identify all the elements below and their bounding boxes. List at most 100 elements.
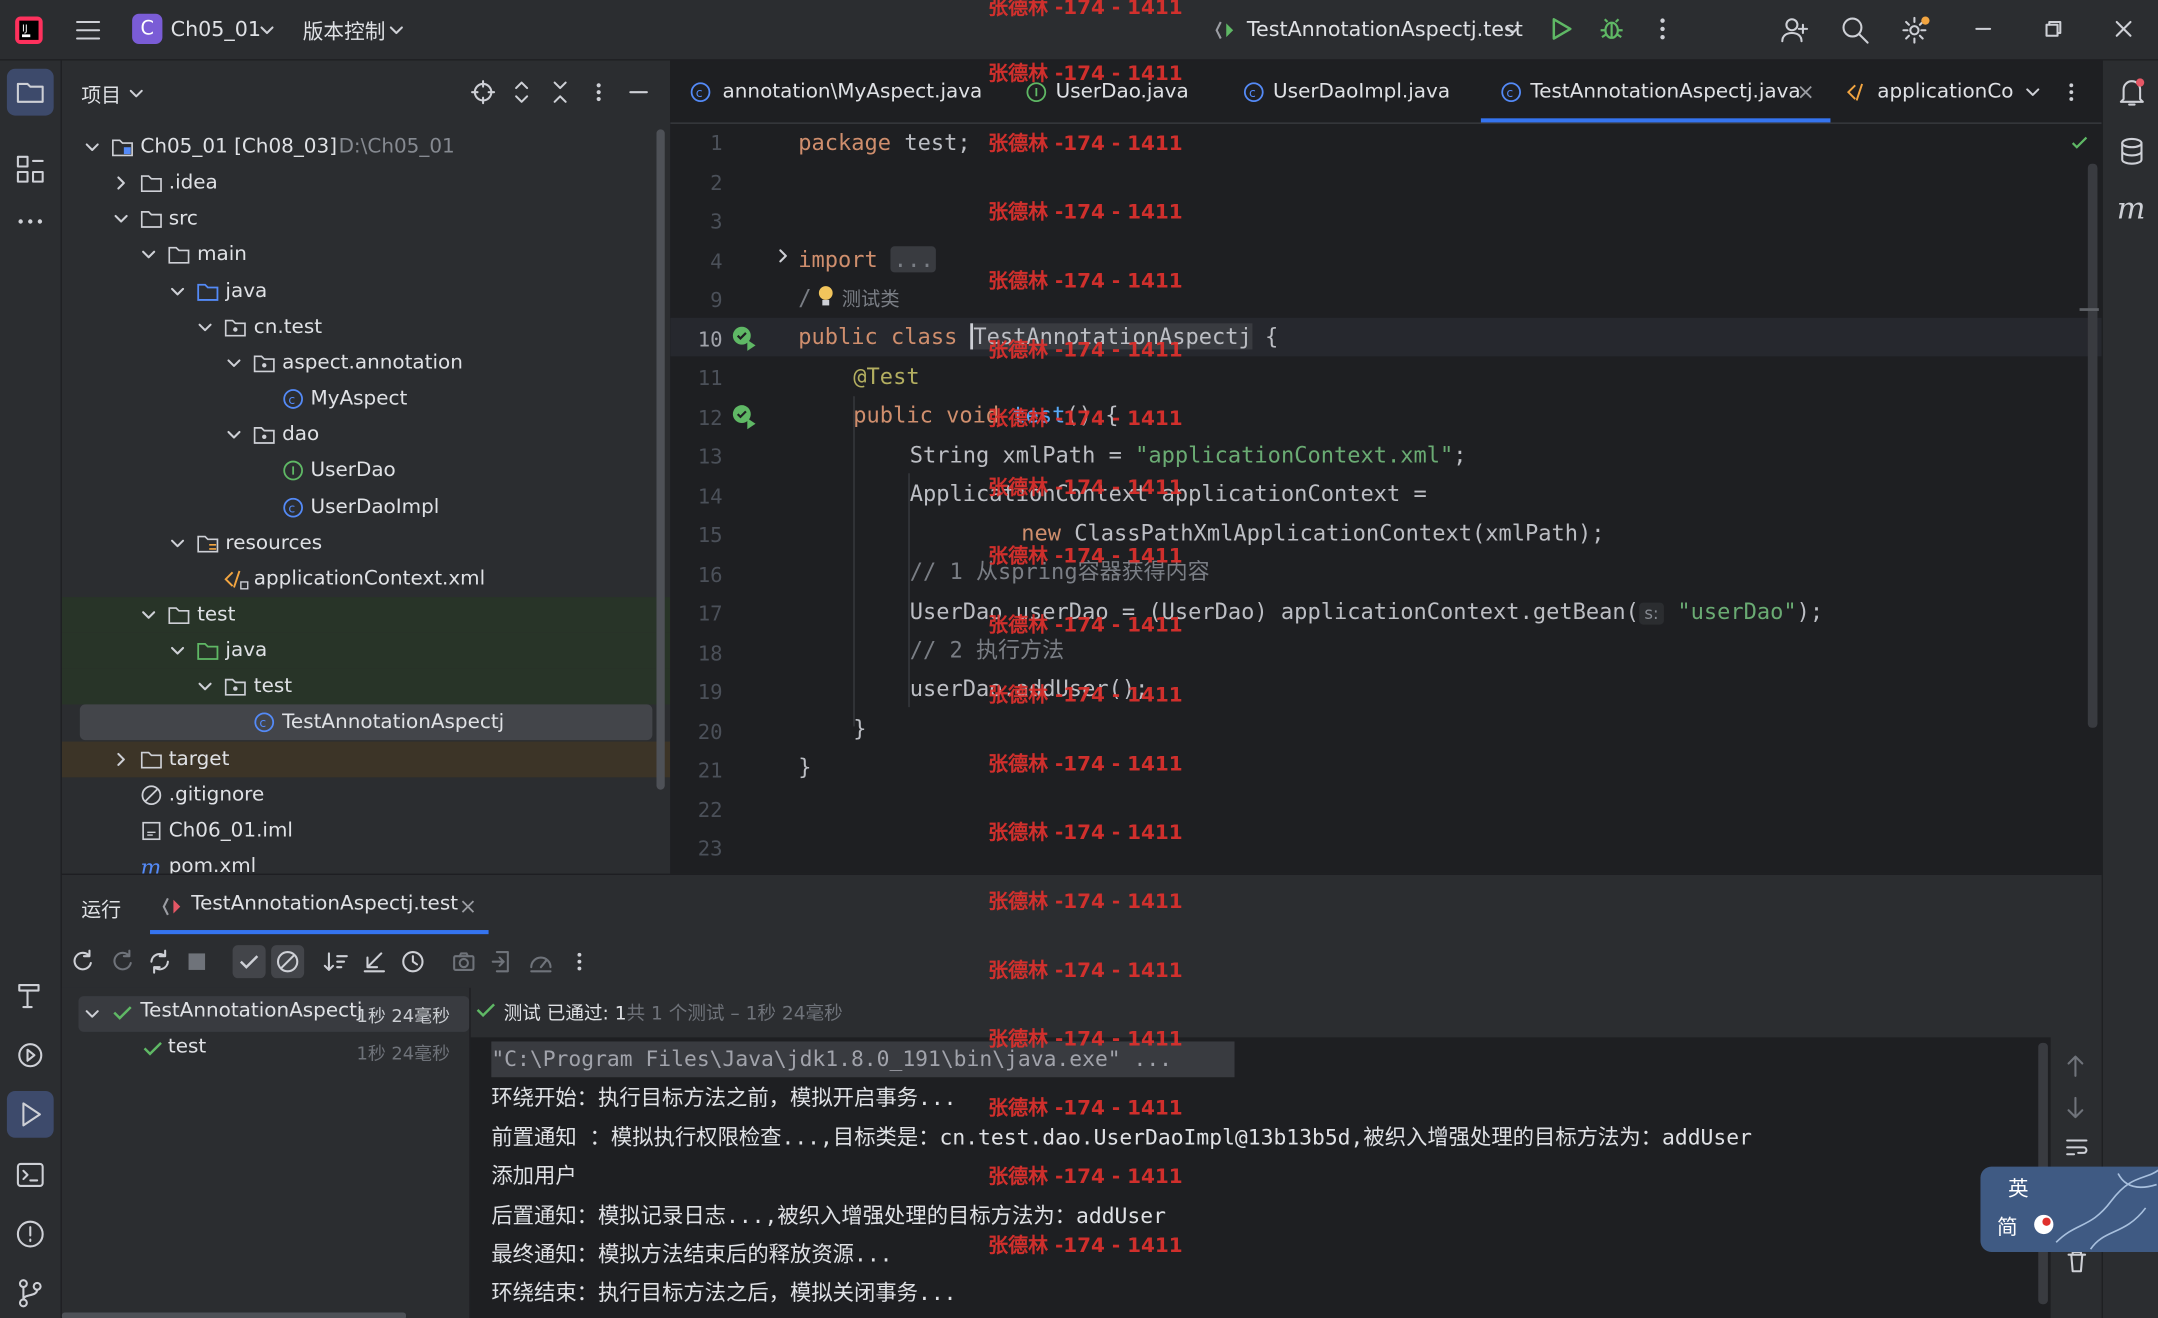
services-icon[interactable] [15, 1040, 45, 1070]
tree-item-main[interactable]: main [62, 237, 670, 273]
chevron-down-icon[interactable] [197, 679, 214, 696]
code-line-10[interactable]: public class TestAnnotationAspectj { [798, 318, 1278, 357]
coverage-icon[interactable] [528, 949, 553, 974]
chevron-down-icon[interactable] [259, 22, 276, 39]
code-line-12[interactable]: public void test() { [853, 396, 1118, 435]
stop-icon[interactable] [186, 951, 208, 973]
code-line-18[interactable]: // 2 执行方法 [910, 631, 1064, 670]
add-user-icon[interactable] [1780, 15, 1810, 45]
code-line-4[interactable]: import ... [798, 241, 937, 280]
no-problems-check-icon[interactable] [2070, 133, 2089, 152]
chevron-down-icon[interactable] [169, 535, 186, 552]
history-icon[interactable] [400, 949, 425, 974]
search-icon[interactable] [1840, 15, 1870, 45]
git-branch-icon[interactable] [15, 1278, 45, 1308]
vcs-menu[interactable]: 版本控制 [303, 17, 386, 46]
tree-scrollbar[interactable] [656, 129, 665, 790]
debug-icon[interactable] [1598, 15, 1626, 43]
tab-options-icon[interactable] [2063, 81, 2080, 103]
chevron-down-icon[interactable] [141, 247, 158, 264]
tree-item-userdaoimpl[interactable]: c UserDaoImpl [62, 489, 670, 525]
chevron-down-icon[interactable] [388, 22, 405, 39]
expand-all-icon[interactable] [511, 80, 533, 105]
scroll-up-icon[interactable] [2064, 1054, 2086, 1079]
chevron-down-icon[interactable] [141, 607, 158, 624]
ime-status-widget[interactable]: 英 简 [1980, 1166, 2158, 1252]
run-config-selector[interactable]: TestAnnotationAspectj.test [1247, 17, 1523, 42]
run-icon[interactable] [1547, 15, 1575, 43]
code-line-20[interactable]: } [853, 710, 866, 749]
close-tab-icon[interactable] [461, 900, 475, 914]
code-line-9[interactable]: / 测试类 [798, 279, 899, 318]
rerun-icon[interactable] [70, 949, 95, 974]
more-tools-icon[interactable] [15, 215, 45, 229]
chevron-down-icon[interactable] [112, 211, 129, 228]
code-line-11[interactable]: @Test [853, 358, 919, 397]
more-actions-icon[interactable] [1652, 15, 1674, 43]
chevron-down-icon[interactable] [226, 427, 243, 444]
tab-testannotationaspectj[interactable]: c TestAnnotationAspectj.java [1480, 61, 1831, 124]
toggle-auto-test-icon[interactable] [147, 949, 172, 974]
database-icon[interactable] [2117, 136, 2147, 166]
chevron-down-icon[interactable] [169, 283, 186, 300]
show-passed-toggle[interactable] [232, 945, 266, 979]
chevron-down-icon[interactable] [84, 139, 101, 156]
tabs-overflow-icon[interactable] [2025, 84, 2042, 101]
soft-wrap-icon[interactable] [2064, 1136, 2089, 1158]
tree-item-resources[interactable]: resources [62, 525, 670, 561]
tree-item-test[interactable]: test [61, 668, 671, 705]
tree-item-java[interactable]: java [62, 273, 670, 309]
close-tab-icon[interactable] [1799, 85, 1813, 99]
tree-item-applicationcontext-xml[interactable]: applicationContext.xml [62, 561, 670, 597]
code-line-16[interactable]: // 1 从spring容器获得内容 [910, 553, 1210, 592]
collapse-all-icon[interactable] [549, 80, 571, 105]
tab-applicationcontext[interactable]: applicationCo [1846, 61, 2013, 124]
tree-item-userdao[interactable]: UserDao [62, 453, 670, 489]
intellij-logo-icon[interactable]: IJ [14, 15, 44, 45]
project-switcher[interactable]: Ch05_01 [171, 17, 261, 42]
code-line-15[interactable]: new ClassPathXmlApplicationContext(xmlPa… [1021, 515, 1604, 554]
chevron-down-icon[interactable] [169, 643, 186, 660]
run-test-method-icon[interactable] [731, 403, 759, 431]
run-config-tab[interactable]: TestAnnotationAspectj.test [150, 875, 489, 936]
options-icon[interactable] [588, 80, 610, 105]
structure-icon[interactable] [15, 154, 45, 184]
tab-myaspect[interactable]: c annotation\MyAspect.java [690, 61, 982, 124]
tree-item-java[interactable]: java [61, 632, 671, 669]
tree-item-cn-test[interactable]: cn.test [62, 309, 670, 345]
code-line-19[interactable]: userDao.addUser(); [910, 670, 1149, 709]
tree-item-gitignore[interactable]: .gitignore [62, 777, 670, 813]
clear-console-icon[interactable] [2066, 1249, 2088, 1274]
project-tool-button[interactable] [6, 68, 54, 116]
chevron-down-icon[interactable] [128, 85, 145, 102]
screenshot-icon[interactable] [451, 949, 476, 974]
test-method-label[interactable]: test [168, 1036, 206, 1058]
tree-item-ch06-01-iml[interactable]: Ch06_01.iml [62, 813, 670, 849]
scroll-down-icon[interactable] [2064, 1095, 2086, 1120]
tree-item-aspect-annotation[interactable]: aspect.annotation [62, 345, 670, 381]
tree-item-testannotationaspectj[interactable]: c TestAnnotationAspectj [79, 704, 653, 741]
problems-icon[interactable] [15, 1219, 45, 1249]
chevron-right-icon[interactable] [112, 751, 129, 768]
code-line-13[interactable]: String xmlPath = "applicationContext.xml… [910, 436, 1467, 475]
fold-chevron-icon[interactable] [775, 248, 792, 265]
maven-icon[interactable]: m [2117, 193, 2146, 227]
chevron-down-icon[interactable] [1504, 22, 1521, 39]
more-options-icon[interactable] [571, 949, 588, 974]
tree-item-target[interactable]: target [61, 740, 671, 777]
tree-item-idea[interactable]: .idea [62, 165, 670, 201]
import-tests-icon[interactable] [362, 949, 387, 974]
code-line-17[interactable]: UserDao userDao = (UserDao) applicationC… [910, 593, 1823, 632]
settings-icon[interactable] [1899, 14, 1932, 47]
notifications-icon[interactable] [2117, 77, 2147, 107]
folded-imports[interactable]: ... [891, 246, 937, 273]
project-panel-title[interactable]: 项目 [81, 80, 121, 109]
show-ignored-toggle[interactable] [271, 945, 305, 979]
restore-icon[interactable] [2042, 18, 2064, 40]
tree-item-ch05-01-ch08-03[interactable]: Ch05_01 [Ch08_03] D:\Ch05_01 [62, 129, 670, 165]
run-test-class-icon[interactable] [731, 325, 759, 353]
minimize-icon[interactable] [1972, 18, 1994, 40]
tab-userdaoimpl[interactable]: c UserDaoImpl.java [1243, 61, 1450, 124]
code-line-21[interactable]: } [798, 748, 811, 787]
export-icon[interactable] [490, 949, 515, 974]
